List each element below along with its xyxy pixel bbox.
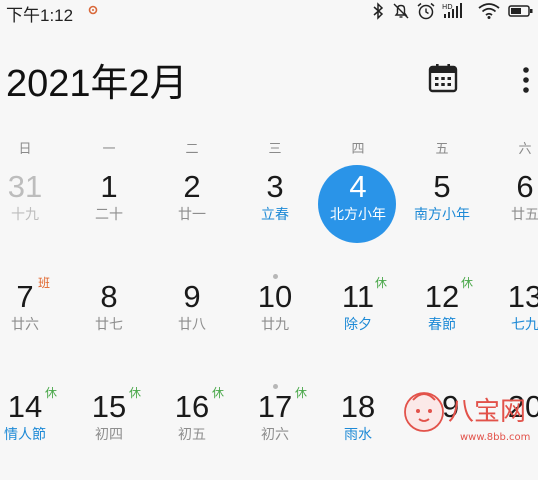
solar-term-label: 立春: [261, 206, 289, 222]
watermark-logo: 八宝网 www.8bb.com: [404, 392, 530, 443]
day-number: 10: [257, 279, 293, 314]
day-cell-12[interactable]: 12 春節 休: [400, 270, 484, 370]
day-number: 4: [349, 169, 367, 204]
mascot-icon: [404, 392, 444, 432]
solar-term-label: 七九: [511, 316, 538, 332]
app-notification-icon: [88, 5, 98, 15]
battery-icon: [508, 2, 534, 25]
day-number: 11: [341, 279, 375, 314]
watermark-url: www.8bb.com: [460, 432, 530, 443]
status-icons: HD: [368, 0, 538, 24]
status-time: 下午1:12: [6, 6, 74, 25]
weekday-header: 日 一 二 三 四 五 六: [0, 138, 538, 158]
festival-label: 春節: [428, 316, 456, 332]
day-cell-16[interactable]: 16 初五 休: [150, 380, 234, 480]
day-number: 1: [100, 169, 118, 204]
status-bar: 下午1:12 HD: [0, 0, 538, 25]
holiday-badge: 休: [212, 386, 225, 400]
day-number: 13: [507, 279, 538, 314]
month-title[interactable]: 2021年2月: [6, 52, 188, 107]
holiday-badge: 休: [375, 276, 388, 290]
day-cell-6[interactable]: 6 廿五: [483, 160, 538, 260]
lunar-date: 初六: [261, 426, 289, 442]
day-number: 8: [100, 279, 118, 314]
lunar-date: 廿八: [178, 316, 206, 332]
day-cell-4-selected[interactable]: 4 北方小年: [316, 160, 400, 260]
day-number: 5: [433, 169, 451, 204]
day-cell-13[interactable]: 13 七九: [483, 270, 538, 370]
bluetooth-icon: [372, 2, 384, 25]
lunar-date: 二十: [95, 206, 123, 222]
day-cell-jan-31[interactable]: 31 十九: [0, 160, 67, 260]
calendar-header: 2021年2月: [0, 50, 538, 110]
day-cell-18[interactable]: 18 雨水: [316, 380, 400, 480]
day-number: 6: [516, 169, 534, 204]
day-number: 7: [16, 279, 34, 314]
weekday-fri: 五: [435, 141, 449, 156]
weekday-tue: 二: [185, 141, 199, 156]
weekday-sat: 六: [518, 141, 532, 156]
lunar-date: 初四: [95, 426, 123, 442]
day-number: 3: [266, 169, 284, 204]
watermark-brand: 八宝网: [448, 397, 526, 427]
day-number: 2: [183, 169, 201, 204]
lunar-date: 廿五: [511, 206, 538, 222]
day-cell-10[interactable]: 10 廿九: [233, 270, 317, 370]
day-cell-14[interactable]: 14 情人節 休: [0, 380, 67, 480]
day-cell-5[interactable]: 5 南方小年: [400, 160, 484, 260]
day-cell-7[interactable]: 7 廿六 班: [0, 270, 67, 370]
day-cell-1[interactable]: 1 二十: [67, 160, 151, 260]
day-number: 9: [183, 279, 201, 314]
festival-label: 情人節: [4, 426, 46, 442]
signal-hd-icon: HD: [442, 2, 470, 25]
day-number: 18: [340, 389, 376, 424]
holiday-badge: 休: [461, 276, 474, 290]
solar-term-label: 雨水: [344, 426, 372, 442]
day-cell-2[interactable]: 2 廿一: [150, 160, 234, 260]
lunar-date: 廿九: [261, 316, 289, 332]
weekday-wed: 三: [268, 141, 282, 156]
weekday-thu: 四: [351, 141, 365, 156]
workday-badge: 班: [38, 276, 51, 290]
more-vert-icon[interactable]: [514, 64, 538, 96]
festival-label: 除夕: [344, 316, 372, 332]
holiday-badge: 休: [129, 386, 142, 400]
lunar-date: 十九: [11, 206, 39, 222]
lunar-date: 廿六: [11, 316, 39, 332]
holiday-badge: 休: [295, 386, 308, 400]
day-number: 31: [7, 169, 43, 204]
day-cell-17[interactable]: 17 初六 休: [233, 380, 317, 480]
wifi-icon: [478, 2, 500, 25]
holiday-badge: 休: [45, 386, 58, 400]
weekday-sun: 日: [18, 141, 32, 156]
day-cell-8[interactable]: 8 廿七: [67, 270, 151, 370]
day-cell-15[interactable]: 15 初四 休: [67, 380, 151, 480]
notifications-off-icon: [392, 2, 410, 25]
calendar-icon[interactable]: [427, 62, 459, 94]
alarm-icon: [416, 2, 436, 25]
svg-text:HD: HD: [442, 3, 453, 11]
lunar-date: 初五: [178, 426, 206, 442]
festival-label: 南方小年: [414, 206, 470, 222]
lunar-date: 廿一: [178, 206, 206, 222]
lunar-date: 廿七: [95, 316, 123, 332]
day-cell-9[interactable]: 9 廿八: [150, 270, 234, 370]
weekday-mon: 一: [102, 141, 116, 156]
day-cell-3[interactable]: 3 立春: [233, 160, 317, 260]
day-cell-11[interactable]: 11 除夕 休: [316, 270, 400, 370]
festival-label: 北方小年: [330, 206, 386, 222]
